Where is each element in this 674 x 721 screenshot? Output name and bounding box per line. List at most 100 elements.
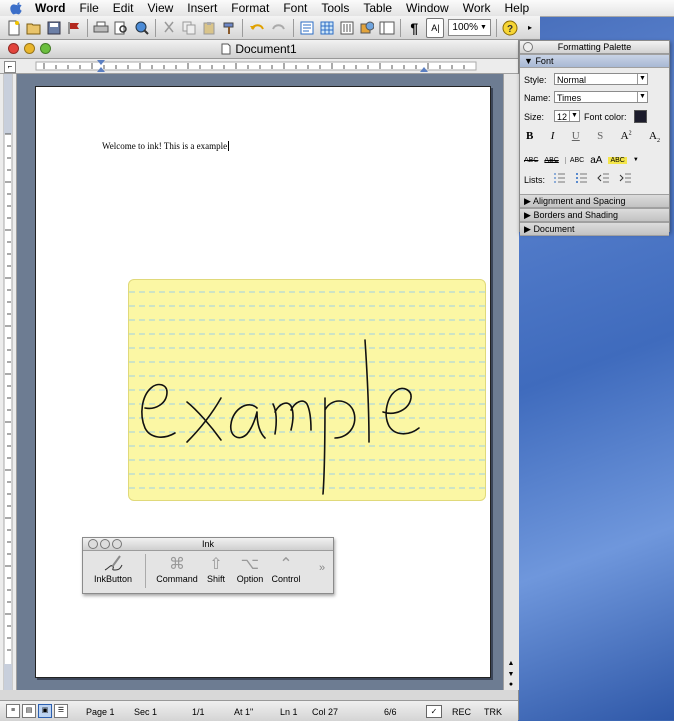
ink-minimize-button[interactable] — [100, 539, 110, 549]
ink-zoom-button[interactable] — [112, 539, 122, 549]
ink-button[interactable]: InkButton — [89, 554, 137, 584]
palette-section-borders[interactable]: ▶ Borders and Shading — [520, 208, 669, 222]
paste-icon[interactable] — [201, 19, 217, 37]
scroll-up-icon[interactable]: ▲ — [506, 660, 516, 667]
bold-button[interactable]: B — [526, 130, 533, 146]
browse-object-icon[interactable]: ● — [506, 681, 516, 688]
palette-section-document[interactable]: ▶ Document — [520, 222, 669, 236]
outline-view-icon[interactable]: ☰ — [54, 704, 68, 718]
close-button[interactable] — [8, 43, 19, 54]
name-label: Name: — [524, 93, 551, 103]
menu-edit[interactable]: Edit — [106, 0, 141, 16]
columns-icon[interactable] — [339, 19, 355, 37]
apple-menu-icon[interactable] — [10, 1, 24, 15]
style-value: Normal — [557, 75, 587, 85]
spelling-status-icon[interactable]: ✓ — [426, 705, 442, 718]
option-key-button[interactable]: ⌥ Option — [233, 554, 267, 584]
redo-icon[interactable] — [270, 19, 288, 37]
tab-selector[interactable]: ⌐ — [4, 61, 16, 73]
menu-bar: Word File Edit View Insert Format Font T… — [0, 0, 674, 17]
menu-word[interactable]: Word — [28, 0, 72, 16]
undo-icon[interactable] — [248, 19, 266, 37]
ink-close-button[interactable] — [88, 539, 98, 549]
status-section: Sec 1 — [134, 707, 158, 717]
horizontal-ruler[interactable] — [0, 59, 518, 74]
window-titlebar[interactable]: Document1 — [0, 40, 518, 59]
menu-window[interactable]: Window — [399, 0, 456, 16]
palette-section-alignment[interactable]: ▶ Alignment and Spacing — [520, 194, 669, 208]
bulleted-list-icon[interactable] — [574, 171, 588, 185]
document-map-icon[interactable] — [379, 19, 395, 37]
palette-close-icon[interactable] — [523, 42, 533, 52]
zoom-button[interactable] — [40, 43, 51, 54]
menu-insert[interactable]: Insert — [180, 0, 224, 16]
flag-icon[interactable] — [66, 19, 82, 37]
text-box-icon[interactable]: A| — [426, 17, 445, 38]
subscript-button[interactable]: A2 — [649, 130, 660, 146]
font-size-select[interactable]: 12 ▼ — [554, 110, 580, 122]
ink-note[interactable] — [128, 279, 486, 501]
increase-indent-icon[interactable] — [618, 171, 632, 185]
palette-titlebar[interactable]: Formatting Palette — [520, 41, 669, 54]
menu-table[interactable]: Table — [356, 0, 399, 16]
control-key-button[interactable]: ⌃ Control — [269, 554, 303, 584]
save-icon[interactable] — [46, 19, 62, 37]
change-case-icon[interactable]: aA — [590, 155, 602, 166]
decrease-indent-icon[interactable] — [596, 171, 610, 185]
copy-icon[interactable] — [181, 19, 197, 37]
style-select[interactable]: Normal ▼ — [554, 73, 648, 85]
show-paragraph-marks-icon[interactable]: ¶ — [406, 19, 422, 37]
highlight-icon[interactable]: ABC — [608, 156, 627, 164]
command-key-button[interactable]: ⌘ Command — [155, 554, 199, 584]
italic-button[interactable]: I — [551, 130, 555, 146]
ink-titlebar[interactable]: Ink — [83, 538, 333, 551]
menu-file[interactable]: File — [72, 0, 105, 16]
chevron-down-icon[interactable]: ▼ — [633, 157, 639, 163]
shift-key-button[interactable]: ⇧ Shift — [201, 554, 231, 584]
vertical-scrollbar[interactable]: ▲ ▼ ● — [503, 74, 519, 690]
style-label: Style: — [524, 75, 547, 85]
insert-table-icon[interactable] — [319, 19, 335, 37]
help-icon[interactable]: ? — [502, 19, 518, 37]
print-preview-icon[interactable] — [113, 19, 129, 37]
double-strikethrough-icon[interactable]: ABC — [544, 157, 558, 164]
online-layout-view-icon[interactable]: ▤ — [22, 704, 36, 718]
scroll-down-icon[interactable]: ▼ — [506, 671, 516, 678]
toolbar-overflow-icon[interactable]: ▸ — [522, 19, 538, 37]
status-at: At 1" — [234, 707, 254, 717]
body-text[interactable]: Welcome to ink! This is a example — [102, 141, 230, 151]
print-icon[interactable] — [93, 19, 109, 37]
tables-and-borders-icon[interactable] — [299, 19, 315, 37]
web-search-icon[interactable] — [134, 19, 150, 37]
numbered-list-icon[interactable] — [552, 171, 566, 185]
normal-view-icon[interactable]: ≡ — [6, 704, 20, 718]
superscript-button[interactable]: A2 — [621, 130, 632, 146]
status-rec[interactable]: REC — [452, 707, 471, 717]
font-color-swatch[interactable] — [634, 110, 647, 123]
open-folder-icon[interactable] — [26, 19, 42, 37]
zoom-select[interactable]: 100% ▼ — [448, 19, 491, 36]
palette-section-font[interactable]: ▼ Font — [520, 54, 669, 68]
small-caps-icon[interactable]: ABC — [564, 156, 584, 164]
format-painter-icon[interactable] — [221, 19, 237, 37]
status-trk[interactable]: TRK — [484, 707, 502, 717]
menu-view[interactable]: View — [140, 0, 180, 16]
menu-work[interactable]: Work — [456, 0, 498, 16]
underline-button[interactable]: U — [572, 130, 580, 146]
lists-label: Lists: — [524, 175, 546, 185]
minimize-button[interactable] — [24, 43, 35, 54]
page-layout-view-icon[interactable]: ▣ — [38, 704, 52, 718]
vertical-ruler[interactable] — [0, 73, 17, 691]
new-document-icon[interactable] — [6, 19, 22, 37]
text-style-buttons: B I U S A2 A2 — [526, 130, 660, 146]
drawing-icon[interactable] — [359, 19, 375, 37]
menu-help[interactable]: Help — [498, 0, 537, 16]
cut-icon[interactable] — [161, 19, 177, 37]
menu-format[interactable]: Format — [224, 0, 276, 16]
font-name-select[interactable]: Times ▼ — [554, 91, 648, 103]
shadow-button[interactable]: S — [597, 130, 603, 146]
menu-font[interactable]: Font — [276, 0, 314, 16]
menu-tools[interactable]: Tools — [314, 0, 356, 16]
strikethrough-icon[interactable]: ABC — [524, 157, 538, 164]
ink-overflow-icon[interactable]: » — [319, 562, 325, 574]
